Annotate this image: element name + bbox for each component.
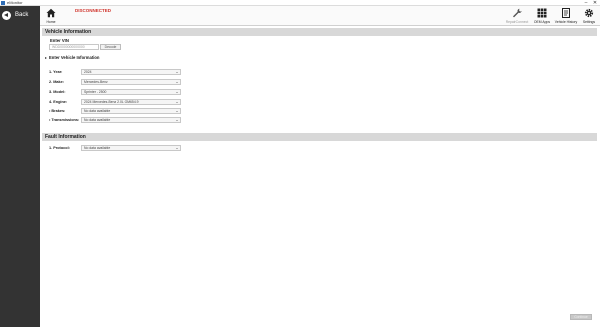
settings-button[interactable]: Settings xyxy=(581,7,597,25)
engine-value: 2024 Mercedes-Benz 2.0L OM654.9 xyxy=(84,100,139,104)
year-label: 1. Year: xyxy=(49,70,63,74)
repair-connect-button[interactable]: RepairConnect xyxy=(502,7,532,25)
model-label: 3. Model: xyxy=(49,90,66,94)
vin-input[interactable]: WDD0000000000000 xyxy=(49,44,99,50)
model-value: Sprinter - 2500 xyxy=(84,90,107,94)
continue-button[interactable]: Continue xyxy=(570,314,592,320)
chevron-down-icon xyxy=(176,110,178,112)
chevron-down-icon xyxy=(176,91,178,93)
home-icon xyxy=(44,7,58,18)
repair-connect-label: RepairConnect xyxy=(505,20,529,24)
transmissions-label: • Transmissions: xyxy=(49,118,80,122)
chevron-down-icon xyxy=(176,147,178,149)
model-select[interactable]: Sprinter - 2500 xyxy=(81,89,181,95)
vehicle-information-header: Vehicle Information xyxy=(42,28,597,36)
home-button[interactable]: Home xyxy=(44,7,58,25)
app-icon xyxy=(1,1,5,5)
protocol-select[interactable]: No data available xyxy=(81,145,181,151)
back-label: Back xyxy=(15,12,29,18)
protocol-label: 1. Protocol: xyxy=(49,146,70,150)
engine-label: 4. Engine: xyxy=(49,100,68,104)
home-label: Home xyxy=(46,20,56,24)
wrench-icon xyxy=(502,7,532,18)
enter-vehicle-info-toggle[interactable]: Enter Vehicle Information xyxy=(45,55,100,60)
grid-icon xyxy=(533,7,551,18)
transmissions-value: No data available xyxy=(84,118,111,122)
chevron-down-icon xyxy=(176,81,178,83)
year-value: 2024 xyxy=(84,70,92,74)
year-select[interactable]: 2024 xyxy=(81,69,181,75)
gear-icon xyxy=(581,7,597,18)
top-toolbar: Home DISCONNECTED RepairConnect OEM Apps… xyxy=(40,6,600,26)
transmissions-select[interactable]: No data available xyxy=(81,117,181,123)
oem-apps-button[interactable]: OEM Apps xyxy=(533,7,551,25)
settings-label: Settings xyxy=(582,20,596,24)
engine-select[interactable]: 2024 Mercedes-Benz 2.0L OM654.9 xyxy=(81,99,181,105)
make-label: 2. Make: xyxy=(49,80,64,84)
back-button[interactable]: Back xyxy=(2,9,36,21)
chevron-down-icon xyxy=(176,119,178,121)
make-value: Mercedes-Benz xyxy=(84,80,108,84)
brakes-select[interactable]: No data available xyxy=(81,108,181,114)
main-content: Vehicle Information Enter VIN WDD0000000… xyxy=(40,26,600,327)
connection-status: DISCONNECTED xyxy=(75,8,112,13)
brakes-value: No data available xyxy=(84,109,111,113)
fault-information-header: Fault Information xyxy=(42,133,597,141)
expand-triangle-icon xyxy=(45,56,47,59)
decode-vin-button[interactable]: Decode xyxy=(100,44,121,50)
brakes-label: • Brakes: xyxy=(49,109,66,113)
protocol-value: No data available xyxy=(84,146,111,150)
document-icon xyxy=(554,7,578,18)
chevron-down-icon xyxy=(176,101,178,103)
oem-apps-label: OEM Apps xyxy=(533,20,551,24)
vin-label: Enter VIN xyxy=(50,38,69,43)
sidebar: Back xyxy=(0,6,40,327)
make-select[interactable]: Mercedes-Benz xyxy=(81,79,181,85)
chevron-down-icon xyxy=(176,71,178,73)
back-arrow-icon xyxy=(2,10,11,20)
enter-vehicle-info-label: Enter Vehicle Information xyxy=(49,55,100,60)
vehicle-history-button[interactable]: Vehicle History xyxy=(554,7,578,25)
vehicle-history-label: Vehicle History xyxy=(554,20,578,24)
